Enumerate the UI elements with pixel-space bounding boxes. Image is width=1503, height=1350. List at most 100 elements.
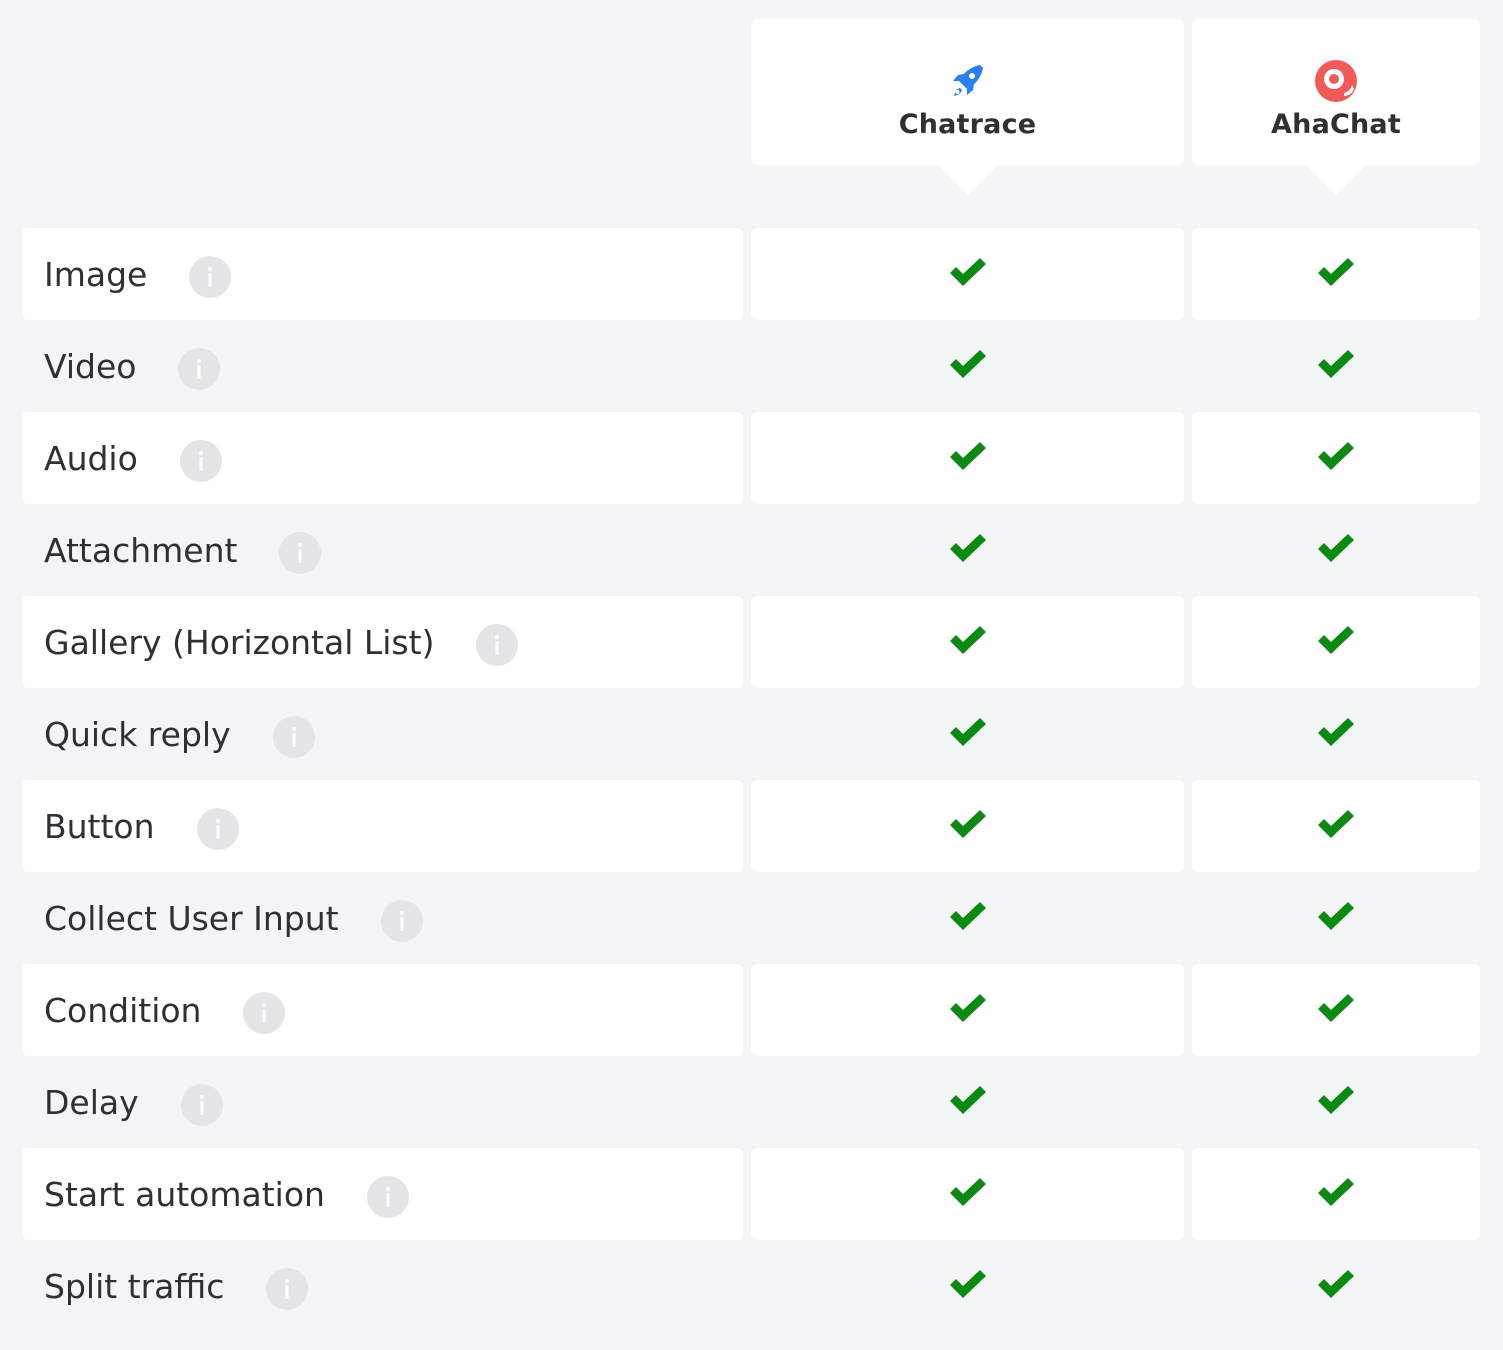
feature-cell: Gallery (Horizontal List) [22, 596, 743, 688]
header-pointer [1306, 165, 1366, 195]
ahachat-cell [1192, 504, 1480, 596]
ahachat-cell [1192, 1240, 1480, 1332]
feature-label: Collect User Input [44, 898, 339, 938]
info-icon[interactable] [179, 440, 222, 482]
check-icon [1318, 810, 1354, 838]
check-icon [949, 1178, 986, 1206]
column-header-chatrace: Chatrace [751, 19, 1184, 195]
ahachat-cell [1192, 596, 1480, 688]
ahachat-cell [1192, 1056, 1480, 1148]
table-row: Split traffic [22, 1240, 1480, 1332]
check-icon [949, 810, 986, 838]
table-row: Quick reply [22, 688, 1480, 780]
check-icon [949, 1270, 986, 1298]
info-icon[interactable] [189, 256, 232, 298]
feature-label: Gallery (Horizontal List) [44, 622, 435, 662]
ahachat-cell [1192, 964, 1480, 1056]
feature-label: Attachment [44, 530, 238, 570]
feature-cell: Delay [22, 1056, 743, 1148]
check-icon [1318, 258, 1354, 286]
chatrace-cell [751, 320, 1184, 412]
table-row: Condition [22, 964, 1480, 1056]
table-row: Button [22, 780, 1480, 872]
check-icon [1318, 994, 1354, 1022]
info-icon[interactable] [279, 532, 322, 574]
table-row: Gallery (Horizontal List) [22, 596, 1480, 688]
info-icon[interactable] [272, 716, 315, 758]
info-icon[interactable] [243, 992, 286, 1034]
ahachat-logo-icon [1314, 59, 1358, 103]
check-icon [1318, 718, 1354, 746]
check-icon [1318, 626, 1354, 654]
info-icon[interactable] [266, 1268, 309, 1310]
check-icon [1318, 1178, 1354, 1206]
chatrace-cell [751, 1240, 1184, 1332]
check-icon [949, 718, 986, 746]
check-icon [1318, 1270, 1354, 1298]
feature-label: Button [44, 806, 155, 846]
check-icon [1318, 534, 1354, 562]
check-icon [949, 902, 986, 930]
table-row: Attachment [22, 504, 1480, 596]
feature-label: Image [44, 254, 148, 294]
chatrace-cell [751, 872, 1184, 964]
check-icon [1318, 442, 1354, 470]
check-icon [949, 350, 986, 378]
check-icon [949, 258, 986, 286]
feature-cell: Collect User Input [22, 872, 743, 964]
chatrace-cell [751, 780, 1184, 872]
check-icon [949, 534, 986, 562]
feature-cell: Attachment [22, 504, 743, 596]
column-header-ahachat: AhaChat [1192, 19, 1480, 195]
column-title: AhaChat [1271, 109, 1401, 140]
check-icon [949, 626, 986, 654]
feature-label: Video [44, 346, 137, 386]
header-pointer [937, 165, 998, 195]
feature-cell: Start automation [22, 1148, 743, 1240]
feature-label: Audio [44, 438, 138, 478]
info-icon[interactable] [366, 1176, 409, 1218]
chatrace-cell [751, 504, 1184, 596]
check-icon [949, 994, 986, 1022]
chatrace-cell [751, 412, 1184, 504]
table-row: Delay [22, 1056, 1480, 1148]
ahachat-cell [1192, 1148, 1480, 1240]
feature-label: Quick reply [44, 714, 231, 754]
feature-label: Start automation [44, 1174, 325, 1214]
info-icon[interactable] [180, 1084, 223, 1126]
rocket-icon [946, 59, 990, 103]
feature-cell: Video [22, 320, 743, 412]
table-row: Start automation [22, 1148, 1480, 1240]
chatrace-cell [751, 228, 1184, 320]
feature-cell: Condition [22, 964, 743, 1056]
info-icon[interactable] [178, 348, 221, 390]
table-row: Audio [22, 412, 1480, 504]
info-icon[interactable] [196, 808, 239, 850]
check-icon [1318, 350, 1354, 378]
ahachat-cell [1192, 688, 1480, 780]
feature-cell: Audio [22, 412, 743, 504]
feature-label: Delay [44, 1082, 139, 1122]
table-row: Image [22, 228, 1480, 320]
table-row: Video [22, 320, 1480, 412]
chatrace-cell [751, 1056, 1184, 1148]
check-icon [949, 442, 986, 470]
chatrace-cell [751, 964, 1184, 1056]
feature-cell: Button [22, 780, 743, 872]
info-icon[interactable] [380, 900, 423, 942]
info-icon[interactable] [476, 624, 519, 666]
check-icon [1318, 1086, 1354, 1114]
chatrace-cell [751, 1148, 1184, 1240]
feature-cell: Split traffic [22, 1240, 743, 1332]
feature-comparison-table: Image Video Audio Attachment Gallery (Ho… [22, 228, 1480, 1332]
ahachat-cell [1192, 872, 1480, 964]
ahachat-cell [1192, 780, 1480, 872]
ahachat-cell [1192, 412, 1480, 504]
check-icon [949, 1086, 986, 1114]
feature-cell: Image [22, 228, 743, 320]
ahachat-cell [1192, 320, 1480, 412]
feature-label: Condition [44, 990, 202, 1030]
feature-cell: Quick reply [22, 688, 743, 780]
feature-label: Split traffic [44, 1266, 225, 1306]
ahachat-cell [1192, 228, 1480, 320]
